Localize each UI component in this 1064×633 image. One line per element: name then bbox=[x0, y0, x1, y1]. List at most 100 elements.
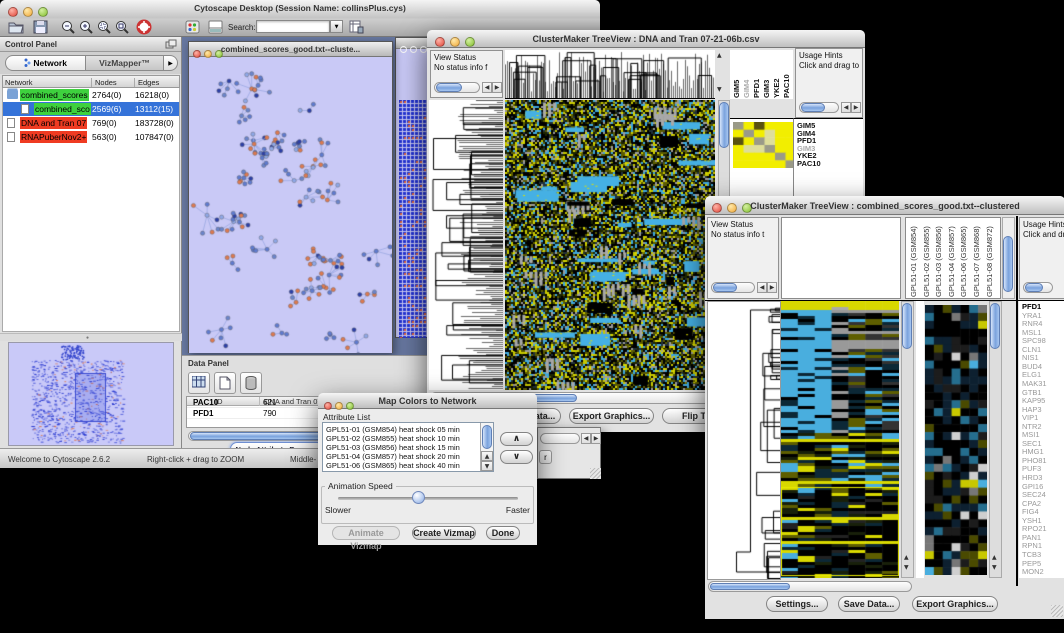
scroll-up-icon[interactable]: ▲ bbox=[717, 52, 722, 59]
attribute-browser-icon[interactable] bbox=[349, 20, 364, 34]
network-overview[interactable] bbox=[8, 342, 174, 446]
dna-usage-hscrollbar[interactable] bbox=[799, 102, 839, 113]
combined-heatmap-2[interactable] bbox=[925, 305, 987, 575]
attribute-list[interactable]: GPL51-01 (GSM854) heat shock 05 minGPL51… bbox=[322, 422, 494, 472]
move-up-button[interactable]: ∧ bbox=[500, 432, 533, 446]
combined-usage-hscrollbar[interactable] bbox=[1023, 282, 1053, 293]
scroll-left-icon[interactable]: ◀ bbox=[757, 282, 767, 293]
attribute-list-item[interactable]: GPL51-03 (GSM856) heat shock 15 min bbox=[326, 443, 460, 452]
array-column-label[interactable]: GPL51-01 (GSM854) bbox=[909, 217, 918, 297]
dna-correlation-matrix[interactable] bbox=[733, 122, 796, 168]
search-input[interactable] bbox=[256, 20, 330, 33]
scroll-right-icon[interactable]: ▶ bbox=[591, 433, 601, 444]
search-dropdown-button[interactable]: ▼ bbox=[330, 20, 343, 33]
dna-column-label[interactable]: GIM3 bbox=[762, 51, 771, 98]
speed-slider-track[interactable] bbox=[338, 497, 518, 500]
zoom-out-icon[interactable] bbox=[60, 19, 76, 35]
network-view-1-canvas[interactable] bbox=[189, 58, 392, 353]
scroll-right-icon[interactable]: ▶ bbox=[492, 82, 502, 93]
attribute-list-item[interactable]: GPL51-02 (GSM855) heat shock 10 min bbox=[326, 434, 460, 443]
network-name[interactable]: RNAPuberNov2+ bbox=[20, 131, 87, 143]
tab-vizmapper[interactable]: VizMapper™ bbox=[86, 55, 164, 71]
combined-heatmap[interactable] bbox=[781, 301, 899, 578]
network-name[interactable]: DNA and Tran 07 bbox=[20, 117, 87, 129]
combined-top-dendrogram-area[interactable] bbox=[781, 217, 901, 299]
combined-genes-vscrollbar[interactable]: ▲ ▼ bbox=[989, 301, 1002, 578]
save-icon[interactable] bbox=[33, 20, 48, 34]
fragment-hscrollbar[interactable] bbox=[540, 433, 580, 444]
done-button[interactable]: Done bbox=[486, 526, 520, 540]
resize-grip[interactable] bbox=[590, 468, 601, 479]
tab-network[interactable]: Network bbox=[5, 55, 86, 71]
zoom-fit-icon[interactable] bbox=[114, 19, 130, 35]
col-header-network[interactable]: Network bbox=[5, 78, 33, 87]
fragment-button[interactable]: r bbox=[539, 450, 552, 464]
cytopanel-west-icon[interactable] bbox=[185, 20, 200, 34]
zoom-in-icon[interactable] bbox=[78, 19, 94, 35]
help-lifesaver-icon[interactable] bbox=[136, 19, 152, 35]
delete-attribute-icon[interactable] bbox=[240, 372, 262, 394]
network-view-window-1[interactable]: combined_scores_good.txt--cluste... bbox=[188, 41, 393, 353]
network-table-row[interactable]: DNA and Tran 07769(0)183728(0) bbox=[3, 116, 179, 130]
col-header-edges[interactable]: Edges bbox=[134, 78, 159, 87]
animate-vizmap-button[interactable]: Animate Vizmap bbox=[332, 526, 400, 540]
speed-slider-thumb[interactable] bbox=[412, 491, 425, 504]
float-panel-icon[interactable] bbox=[165, 39, 177, 50]
tab-overflow-button[interactable]: ▶ bbox=[164, 55, 178, 71]
network-name[interactable]: combined_sco bbox=[34, 103, 91, 115]
select-attributes-button[interactable] bbox=[188, 372, 210, 394]
dna-row-dendrogram[interactable] bbox=[429, 100, 503, 390]
combined-titlebar[interactable]: ClusterMaker TreeView : combined_scores_… bbox=[705, 196, 1064, 215]
network-name[interactable]: combined_scores bbox=[20, 89, 89, 101]
gene-label[interactable]: MON2 bbox=[1022, 567, 1044, 576]
scroll-down-icon[interactable]: ▼ bbox=[717, 86, 722, 93]
scroll-left-icon[interactable]: ◀ bbox=[581, 433, 591, 444]
settings-button[interactable]: Settings... bbox=[766, 596, 828, 612]
combined-status-hscrollbar[interactable] bbox=[711, 282, 755, 293]
export-graphics-button[interactable]: Export Graphics... bbox=[912, 596, 998, 612]
move-down-button[interactable]: ∨ bbox=[500, 450, 533, 464]
scroll-left-icon[interactable]: ◀ bbox=[482, 82, 492, 93]
network-table-row[interactable]: RNAPuberNov2+563(0)107847(0) bbox=[3, 130, 179, 144]
dna-column-label[interactable]: PAC10 bbox=[782, 51, 791, 98]
array-column-label[interactable]: GPL51-02 (GSM855) bbox=[922, 217, 931, 297]
network-table-row[interactable]: combined_scores2764(0)16218(0) bbox=[3, 88, 179, 102]
resize-grip[interactable] bbox=[1051, 605, 1063, 617]
attribute-list-vscrollbar[interactable]: ▲ ▼ bbox=[480, 423, 493, 471]
dna-heatmap[interactable] bbox=[505, 100, 715, 390]
combined-labels-vscrollbar[interactable] bbox=[1002, 217, 1015, 299]
combined-heatmap-vscrollbar[interactable]: ▲ ▼ bbox=[901, 301, 914, 578]
attribute-list-item[interactable]: GPL51-04 (GSM857) heat shock 20 min bbox=[326, 452, 460, 461]
dna-titlebar[interactable]: ClusterMaker TreeView : DNA and Tran 07-… bbox=[427, 30, 865, 48]
dna-column-label[interactable]: GIM5 bbox=[732, 51, 741, 98]
zoom-selected-icon[interactable] bbox=[96, 19, 112, 35]
scroll-left-icon[interactable]: ◀ bbox=[841, 102, 851, 113]
array-column-label[interactable]: GPL51-08 (GSM872) bbox=[985, 217, 994, 297]
attribute-list-item[interactable]: GPL51-01 (GSM854) heat shock 05 min bbox=[326, 425, 460, 434]
open-file-icon[interactable] bbox=[8, 20, 25, 34]
export-graphics-button[interactable]: Export Graphics... bbox=[569, 408, 654, 424]
save-data-button[interactable]: Save Data... bbox=[838, 596, 900, 612]
new-attribute-button[interactable] bbox=[214, 372, 236, 394]
combined-hscrollbar[interactable] bbox=[708, 581, 912, 592]
panel-splitter[interactable]: ● bbox=[0, 333, 182, 341]
combined-row-dendrogram[interactable] bbox=[707, 301, 781, 580]
array-column-label[interactable]: GPL51-03 (GSM856) bbox=[934, 217, 943, 297]
array-column-label[interactable]: GPL51-04 (GSM857) bbox=[947, 217, 956, 297]
cytopanel-south-icon[interactable] bbox=[208, 20, 223, 34]
dna-column-label[interactable]: GIM4 bbox=[742, 51, 751, 98]
dna-column-label[interactable]: YKE2 bbox=[772, 51, 781, 98]
array-column-label[interactable]: GPL51-07 (GSM868) bbox=[972, 217, 981, 297]
col-header-nodes[interactable]: Nodes bbox=[91, 78, 117, 87]
array-column-label[interactable]: GPL51-06 (GSM865) bbox=[959, 217, 968, 297]
dna-column-dendrogram[interactable] bbox=[505, 50, 715, 99]
scroll-right-icon[interactable]: ▶ bbox=[767, 282, 777, 293]
attribute-list-item[interactable]: GPL51-07 (GSM868) heat shock 60 min bbox=[326, 470, 460, 472]
scroll-right-icon[interactable]: ▶ bbox=[851, 102, 861, 113]
dna-column-label[interactable]: PFD1 bbox=[752, 51, 761, 98]
dialog-titlebar[interactable]: Map Colors to Network bbox=[318, 393, 537, 409]
network-table-row[interactable]: combined_sco2569(6)13112(15) bbox=[3, 102, 179, 116]
attribute-list-item[interactable]: GPL51-06 (GSM865) heat shock 40 min bbox=[326, 461, 460, 470]
dna-row-label[interactable]: PAC10 bbox=[797, 159, 821, 168]
dna-status-hscrollbar[interactable] bbox=[434, 82, 480, 93]
